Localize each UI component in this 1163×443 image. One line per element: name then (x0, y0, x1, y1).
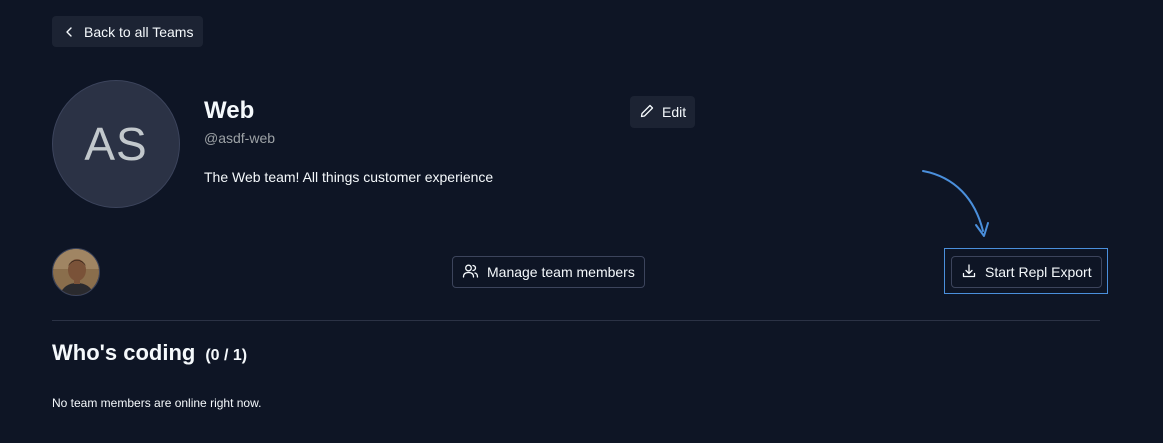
no-members-online-message: No team members are online right now. (52, 396, 262, 410)
back-to-teams-label: Back to all Teams (84, 23, 194, 40)
team-initials: AS (84, 118, 148, 170)
start-repl-export-button[interactable]: Start Repl Export (951, 256, 1102, 288)
whos-coding-title: Who's coding (52, 340, 196, 365)
whos-coding-count: (0 / 1) (205, 347, 248, 364)
member-avatar[interactable] (52, 248, 100, 296)
download-icon (961, 263, 977, 282)
team-name: Web (204, 97, 255, 124)
team-page: Back to all Teams AS Web @asdf-web The W… (0, 0, 1163, 443)
team-description: The Web team! All things customer experi… (204, 169, 494, 185)
start-repl-export-label: Start Repl Export (985, 264, 1092, 280)
users-icon (462, 263, 479, 282)
manage-team-members-label: Manage team members (487, 264, 635, 280)
edit-team-button[interactable]: Edit (630, 96, 696, 128)
manage-team-members-button[interactable]: Manage team members (452, 256, 645, 288)
edit-label: Edit (662, 104, 687, 120)
back-to-teams-button[interactable]: Back to all Teams (52, 16, 204, 47)
team-handle: @asdf-web (204, 130, 276, 146)
team-avatar: AS (52, 80, 180, 208)
pencil-icon (639, 103, 655, 122)
whos-coding-heading: Who's coding (0 / 1) (52, 340, 247, 366)
annotation-arrow (922, 170, 989, 237)
section-divider (52, 320, 1100, 321)
chevron-left-icon (62, 25, 76, 39)
